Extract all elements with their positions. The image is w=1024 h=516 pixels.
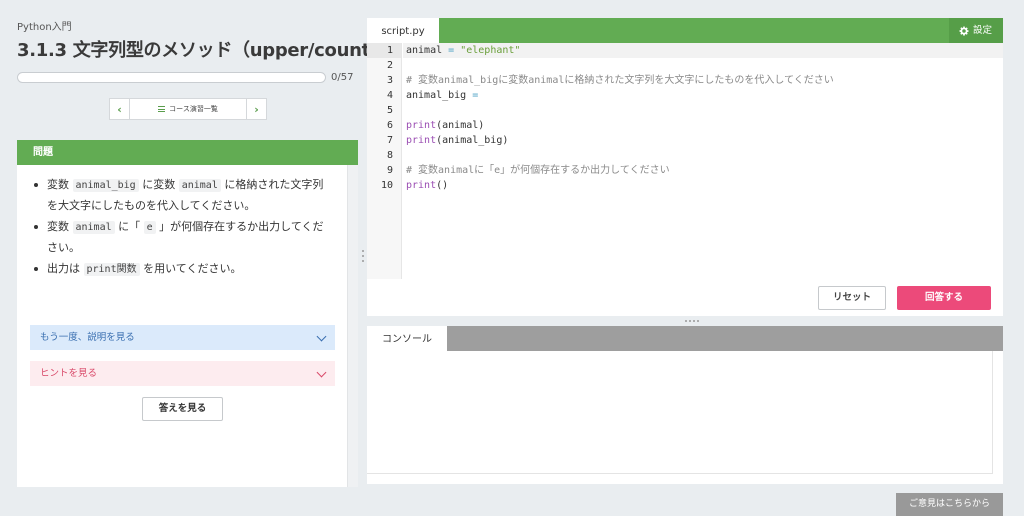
line-number: 8 [386,150,393,161]
horizontal-splitter-handle[interactable] [685,320,701,323]
line-number: 3 [386,75,393,86]
question-panel: 問題 変数 animal_big に変数 animal に格納された文字列を大文… [17,140,358,487]
editor-tabbar: script.py 設定 [367,18,1003,43]
show-answer-button[interactable]: 答えを見る [142,397,223,421]
exercise-pager: ‹ コース演習一覧 › [109,98,267,120]
feedback-button[interactable]: ご意見はこちらから [896,493,1003,516]
explain-again-toggle[interactable]: もう一度、説明を見る [30,325,335,350]
course-name: Python入門 [17,22,72,33]
console-output [367,351,993,474]
question-body: 変数 animal_big に変数 animal に格納された文字列を大文字にし… [17,165,347,487]
code-line[interactable] [403,148,1003,163]
code-line[interactable]: # 変数animalに「e」が何個存在するか出力してください [403,163,1003,178]
gear-icon [959,26,969,36]
code-line[interactable] [403,103,1003,118]
question-item: 出力は print関数 を用いてください。 [31,259,333,280]
page-title: 3.1.3 文字列型のメソッド（upper/count） [17,40,388,61]
console-tabbar: コンソール [367,326,1003,351]
code-line[interactable]: print(animal_big) [403,133,1003,148]
code-line[interactable] [403,58,1003,73]
submit-answer-button[interactable]: 回答する [897,286,991,310]
line-number: 7 [386,135,393,146]
code-line[interactable]: # 変数animal_bigに変数animalに格納された文字列を大文字にしたも… [403,73,1003,88]
settings-button[interactable]: 設定 [949,18,1003,43]
line-number: 2 [386,60,393,71]
vertical-splitter-handle[interactable] [361,250,365,266]
tab-console[interactable]: コンソール [367,326,447,351]
code-area[interactable]: 1 2 3 4 5 6 7 8 9 10 animal = "elephant" # 変数anima… [367,43,1003,279]
code-line[interactable]: animal_big = [403,88,1003,103]
course-list-label: コース演習一覧 [169,105,218,113]
console-panel: コンソール [367,326,1003,484]
tab-script-py[interactable]: script.py [367,18,439,43]
chevron-down-icon [316,331,327,342]
question-item: 変数 animal に「 e 」が何個存在するか出力してください。 [31,217,333,258]
course-list-button[interactable]: コース演習一覧 [130,99,246,119]
settings-label: 設定 [973,25,993,36]
question-item: 変数 animal_big に変数 animal に格納された文字列を大文字にし… [31,175,333,216]
line-number: 4 [386,90,393,101]
reset-button[interactable]: リセット [818,286,886,310]
progress-count: 0/57 [331,72,354,83]
code-lines[interactable]: animal = "elephant" # 変数animal_bigに変数anim… [403,43,1003,193]
code-line[interactable]: print(animal) [403,118,1003,133]
hint-toggle[interactable]: ヒントを見る [30,361,335,386]
chevron-down-icon [316,367,327,378]
code-editor-panel: script.py 設定 1 2 3 4 5 6 7 8 9 10 animal = "eleph… [367,18,1003,316]
question-header: 問題 [17,140,358,165]
line-number-gutter: 1 2 3 4 5 6 7 8 9 10 [367,43,402,279]
question-scrollbar[interactable] [347,165,358,487]
explain-label: もう一度、説明を見る [40,332,135,343]
next-exercise-button[interactable]: › [246,99,266,119]
line-number: 9 [386,165,393,176]
line-number: 10 [380,180,393,191]
line-number: 1 [367,43,401,58]
code-line[interactable]: print() [403,178,1003,193]
progress-bar [17,72,326,83]
question-list: 変数 animal_big に変数 animal に格納された文字列を大文字にし… [17,165,347,280]
menu-icon [158,106,166,112]
line-number: 5 [386,105,393,116]
line-number: 6 [386,120,393,131]
prev-exercise-button[interactable]: ‹ [110,99,130,119]
hint-label: ヒントを見る [40,368,98,379]
code-line[interactable]: animal = "elephant" [403,43,1003,58]
